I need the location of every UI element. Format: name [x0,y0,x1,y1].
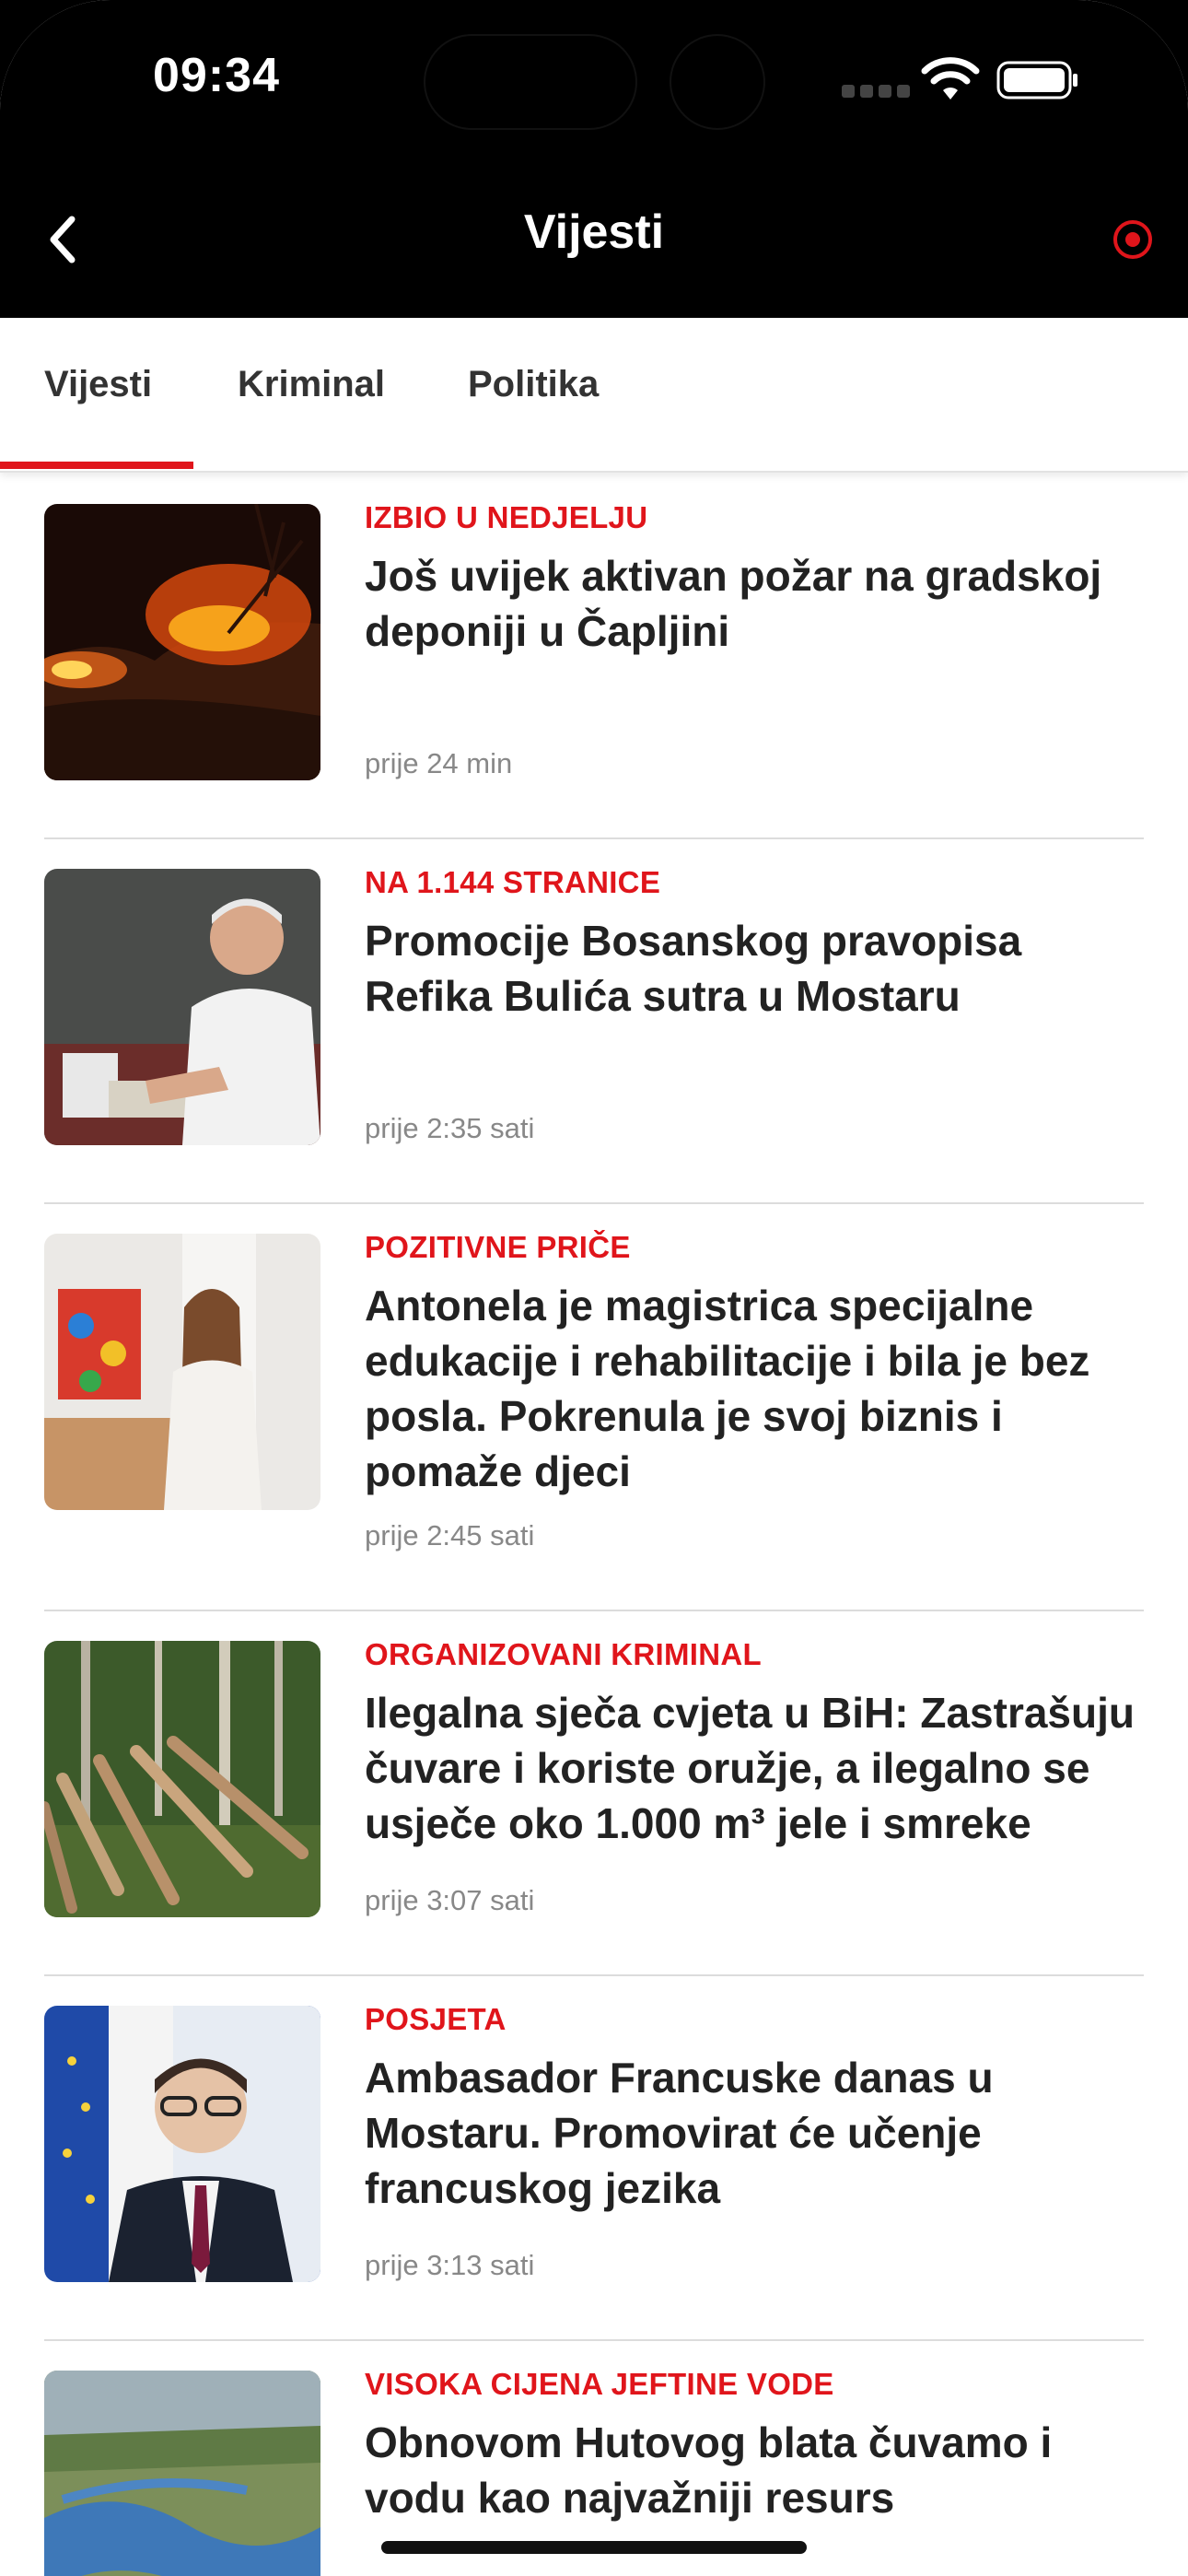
dynamic-island [424,34,637,130]
ambassador-photo [44,2006,320,2282]
article-item[interactable]: IZBIO U NEDJELJU Još uvijek aktivan poža… [44,473,1144,839]
article-item[interactable]: ORGANIZOVANI KRIMINAL Ilegalna sječa cvj… [44,1610,1144,1976]
status-time: 09:34 [153,49,280,102]
article-title[interactable]: Antonela je magistrica specijalne edukac… [365,1278,1144,1499]
forest-logs-photo [44,1641,320,1917]
article-kicker: POSJETA [365,2002,507,2036]
article-kicker: POZITIVNE PRIČE [365,1230,631,1264]
article-title[interactable]: Ilegalna sječa cvjeta u BiH: Zastrašuju … [365,1685,1144,1851]
article-time: prije 24 min [365,747,513,779]
article-item[interactable]: POSJETA Ambasador Francuske danas u Most… [44,1974,1144,2341]
article-time: prije 2:45 sati [365,1519,535,1551]
app-screen: 09:34 Vijesti Vijesti Kriminal Politika [0,0,1188,2576]
wifi-icon [921,57,980,100]
article-kicker: ORGANIZOVANI KRIMINAL [365,1637,762,1671]
article-item[interactable]: NA 1.144 STRANICE Promocije Bosanskog pr… [44,837,1144,1204]
wetland-photo [44,2371,320,2576]
article-title[interactable]: Promocije Bosanskog pravopisa Refika Bul… [365,913,1144,1024]
cellular-signal-icon [842,85,910,98]
tab-vijesti[interactable]: Vijesti [44,364,152,405]
article-kicker: IZBIO U NEDJELJU [365,500,648,534]
article-thumbnail [44,2006,320,2282]
tab-politika[interactable]: Politika [468,364,599,405]
battery-icon [996,61,1077,100]
article-thumbnail [44,504,320,780]
tab-kriminal[interactable]: Kriminal [238,364,385,405]
active-tab-indicator [0,462,193,469]
page-title: Vijesti [523,205,665,259]
article-item[interactable]: POZITIVNE PRIČE Antonela je magistrica s… [44,1202,1144,1611]
camera-cutout [670,34,765,130]
article-thumbnail [44,1234,320,1510]
article-thumbnail [44,2371,320,2576]
category-tabs: Vijesti Kriminal Politika [0,318,1188,473]
article-time: prije 2:35 sati [365,1112,535,1144]
article-title[interactable]: Ambasador Francuske danas u Mostaru. Pro… [365,2050,1144,2216]
article-title[interactable]: Obnovom Hutovog blata čuvamo i vodu kao … [365,2415,1144,2525]
article-title[interactable]: Još uvijek aktivan požar na gradskoj dep… [365,548,1144,659]
article-thumbnail [44,869,320,1145]
article-kicker: VISOKA CIJENA JEFTINE VODE [365,2367,834,2401]
article-thumbnail [44,1641,320,1917]
article-kicker: NA 1.144 STRANICE [365,865,661,899]
fire-photo [44,504,320,780]
speaker-photo [44,869,320,1145]
woman-photo [44,1234,320,1510]
home-indicator[interactable] [381,2541,807,2554]
live-record-icon[interactable] [1111,217,1155,262]
article-time: prije 3:13 sati [365,2249,535,2281]
article-time: prije 3:07 sati [365,1884,535,1916]
app-header: 09:34 Vijesti [0,0,1188,318]
